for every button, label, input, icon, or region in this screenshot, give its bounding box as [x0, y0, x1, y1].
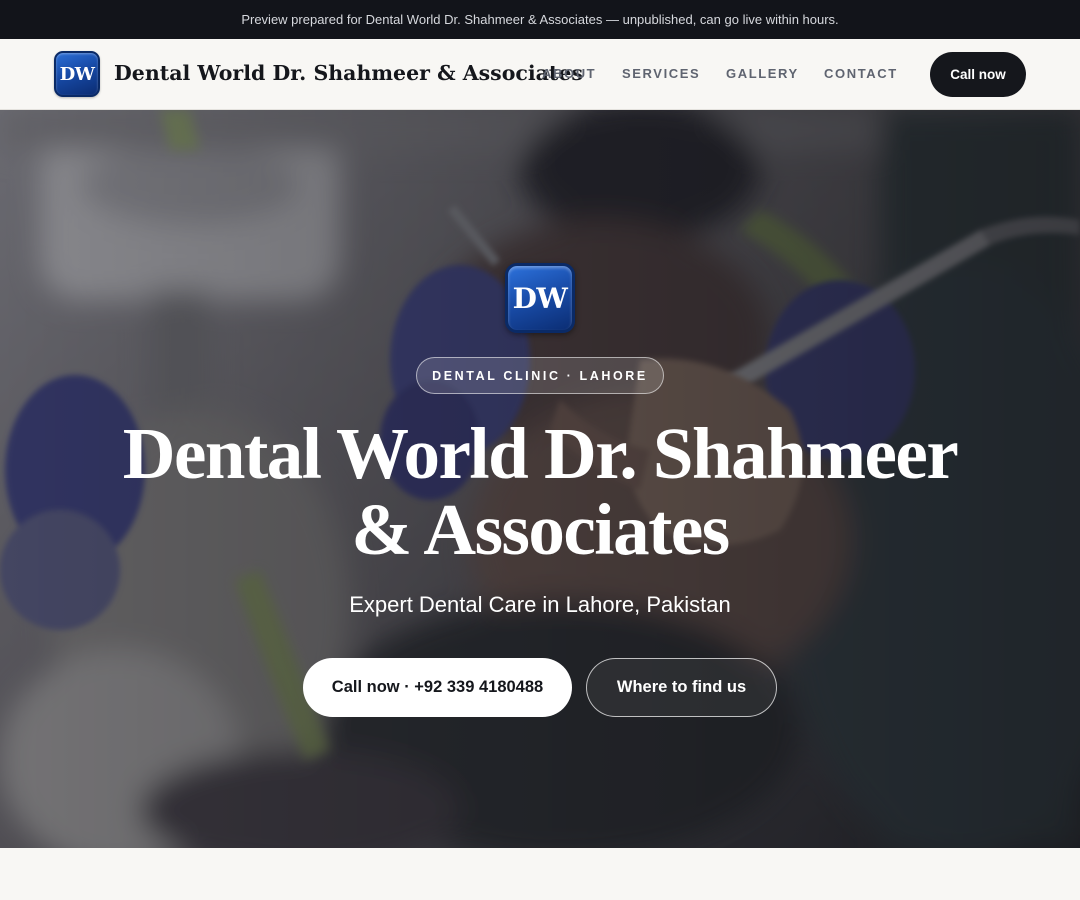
hero-logo: DW [505, 263, 575, 333]
where-to-find-us-button[interactable]: Where to find us [586, 658, 777, 717]
nav-contact[interactable]: CONTACT [824, 66, 898, 81]
nav-gallery[interactable]: GALLERY [726, 66, 799, 81]
nav-services[interactable]: SERVICES [622, 66, 700, 81]
category-badge: DENTAL CLINIC · LAHORE [416, 357, 664, 394]
hero-title: Dental World Dr. Shahmeer & Associates [90, 416, 990, 568]
brand-logo-text: DW [59, 63, 95, 85]
call-phone-button[interactable]: Call now · +92 339 4180488 [303, 658, 572, 717]
nav-about[interactable]: ABOUT [542, 66, 596, 81]
hero-subtitle: Expert Dental Care in Lahore, Pakistan [349, 592, 731, 617]
brand-logo[interactable]: DW [54, 51, 100, 97]
category-badge-text: DENTAL CLINIC · LAHORE [432, 368, 648, 383]
hero-logo-text: DW [512, 281, 568, 315]
where-to-find-us-label: Where to find us [616, 678, 747, 696]
call-phone-button-label: Call now · +92 339 4180488 [331, 678, 544, 696]
site-header: DW Dental World Dr. Shahmeer & Associate… [0, 39, 1080, 110]
hero-section: DW DENTAL CLINIC · LAHORE Dental World D… [0, 110, 1080, 848]
call-now-button-label: Call now [950, 67, 1006, 82]
preview-banner-text: Preview prepared for Dental World Dr. Sh… [241, 12, 839, 27]
call-now-button[interactable]: Call now [930, 52, 1026, 97]
preview-banner: Preview prepared for Dental World Dr. Sh… [0, 0, 1080, 39]
next-section [0, 848, 1080, 900]
brand-name[interactable]: Dental World Dr. Shahmeer & Associates [114, 61, 583, 85]
hero-title-line2: & Associates [351, 489, 730, 570]
hero-title-line1: Dental World Dr. Shahmeer [122, 413, 959, 494]
